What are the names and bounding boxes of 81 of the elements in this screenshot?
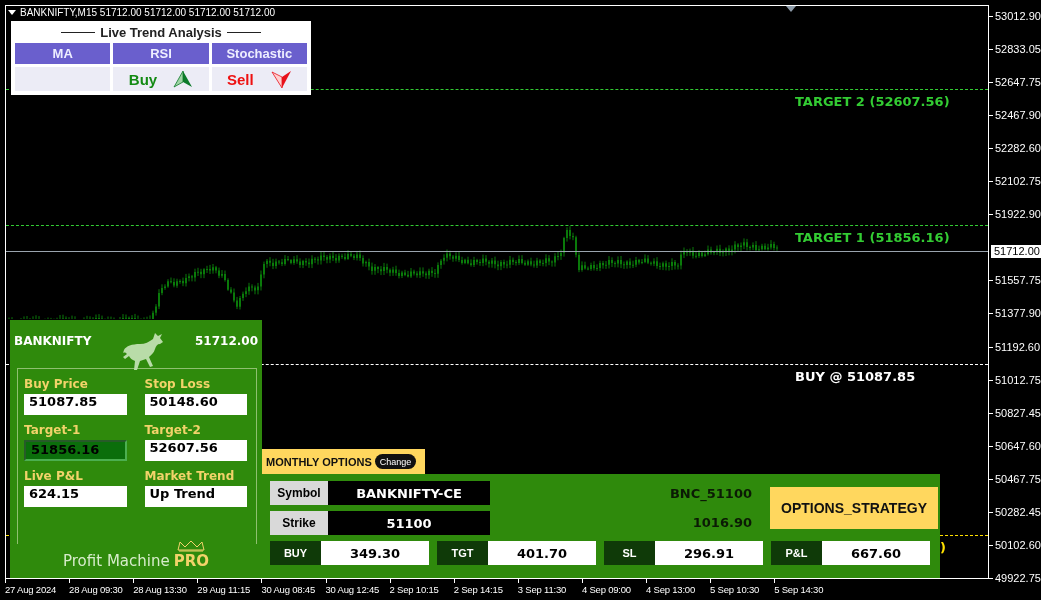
crown-icon — [176, 540, 207, 552]
price-label: 52282.60 — [995, 141, 1041, 156]
price-label: 50467.75 — [995, 471, 1041, 486]
stat-label: BUY — [270, 541, 321, 565]
time-label: 4 Sep 09:00 — [581, 583, 631, 596]
field-label: Buy Price — [24, 377, 89, 391]
column-header: MA — [15, 43, 111, 64]
time-label: 28 Aug 09:30 — [69, 583, 123, 596]
price-label: 49922.75 — [995, 570, 1041, 585]
signal-text: Buy — [128, 70, 158, 88]
column-header: RSI — [113, 43, 209, 64]
field-label: Stop Loss — [144, 377, 212, 391]
time-label: 2 Sep 14:15 — [453, 583, 503, 596]
time-label: 2 Sep 10:15 — [389, 583, 439, 596]
price-label: 52833.05 — [995, 42, 1041, 57]
value-field: 52607.56 — [144, 440, 247, 461]
price-label: 52647.75 — [995, 75, 1041, 90]
signal-text: Sell — [227, 70, 254, 88]
up-arrow-icon — [173, 70, 194, 88]
options-tab[interactable]: MONTHLY OPTIONS Change — [262, 449, 425, 474]
price-label: 51012.75 — [995, 372, 1041, 387]
chart-caption: BANKNIFTY,M15 51712.00 51712.00 51712.00 51712.00 — [20, 7, 275, 19]
column-header: Stochastic — [211, 43, 307, 64]
row-value: BANKNIFTY-CE — [328, 481, 490, 505]
value-field: 624.15 — [24, 486, 127, 507]
field-label: Target-1 — [24, 423, 82, 437]
value-field: 51856.16 — [24, 440, 127, 461]
card-title: Live Trend Analysis — [100, 25, 222, 40]
stat-value: 349.30 — [321, 541, 429, 565]
row-label: Strike — [270, 511, 328, 535]
price-label: 51377.90 — [995, 306, 1041, 321]
field-label: Target-2 — [144, 423, 202, 437]
symbol-text: BANKNIFTY — [14, 334, 92, 348]
stat-label: P&L — [771, 541, 822, 565]
price-label: 50282.45 — [995, 504, 1041, 519]
level-label: ) — [940, 540, 946, 555]
contract-text: BNC_51100 — [669, 486, 752, 501]
field-label: Market Trend — [144, 469, 236, 483]
stat-value: 296.91 — [655, 541, 763, 565]
level-label: TARGET 2 (52607.56) — [795, 94, 950, 109]
marker-icon — [786, 6, 796, 12]
change-button[interactable]: Change — [374, 454, 417, 469]
time-label: 27 Aug 2024 — [5, 583, 57, 596]
time-label: 29 Aug 11:15 — [197, 583, 251, 596]
price-label: 51192.60 — [995, 339, 1041, 354]
field-label: Live P&L — [24, 469, 84, 483]
level-label: TARGET 1 (51856.16) — [795, 230, 950, 245]
row-value: 51100 — [328, 511, 490, 535]
stat-value: 667.60 — [822, 541, 930, 565]
time-label: 3 Sep 11:30 — [517, 583, 567, 596]
premium-text: 1016.90 — [692, 515, 752, 530]
value-field: 50148.60 — [144, 394, 247, 415]
row-label: Symbol — [270, 481, 328, 505]
brand-name: Profit Machine — [63, 552, 170, 570]
price-label: 52102.75 — [995, 174, 1041, 189]
brand-suffix: PRO — [173, 552, 209, 570]
strategy-button[interactable]: OPTIONS_STRATEGY — [770, 487, 938, 529]
time-label: 30 Aug 12:45 — [325, 583, 380, 596]
time-label: 30 Aug 08:45 — [261, 583, 315, 596]
price-label: 52467.90 — [995, 108, 1041, 123]
time-label: 4 Sep 13:00 — [646, 583, 696, 596]
level-label: BUY @ 51087.85 — [795, 369, 916, 384]
value-field: 51087.85 — [24, 394, 127, 415]
price-label: 51557.75 — [995, 273, 1041, 288]
price-label: 50102.60 — [995, 537, 1041, 552]
value-field: Up Trend — [144, 486, 247, 507]
tab-title: MONTHLY OPTIONS — [266, 455, 372, 468]
price-label: 53012.90 — [995, 9, 1041, 23]
stat-value: 401.70 — [488, 541, 596, 565]
price-label: 50647.60 — [995, 438, 1041, 453]
price-label: 50827.45 — [995, 405, 1041, 420]
time-label: 28 Aug 13:30 — [133, 583, 187, 596]
time-label: 5 Sep 14:30 — [774, 583, 824, 596]
time-label: 5 Sep 10:30 — [710, 583, 760, 596]
stat-label: SL — [604, 541, 655, 565]
down-arrow-icon — [269, 69, 292, 89]
current-price-badge: 51712.00 — [991, 245, 1041, 258]
dropdown-icon[interactable] — [8, 10, 16, 16]
price-label: 51922.90 — [995, 207, 1041, 222]
price-text: 51712.00 — [195, 334, 258, 348]
stat-label: TGT — [437, 541, 488, 565]
